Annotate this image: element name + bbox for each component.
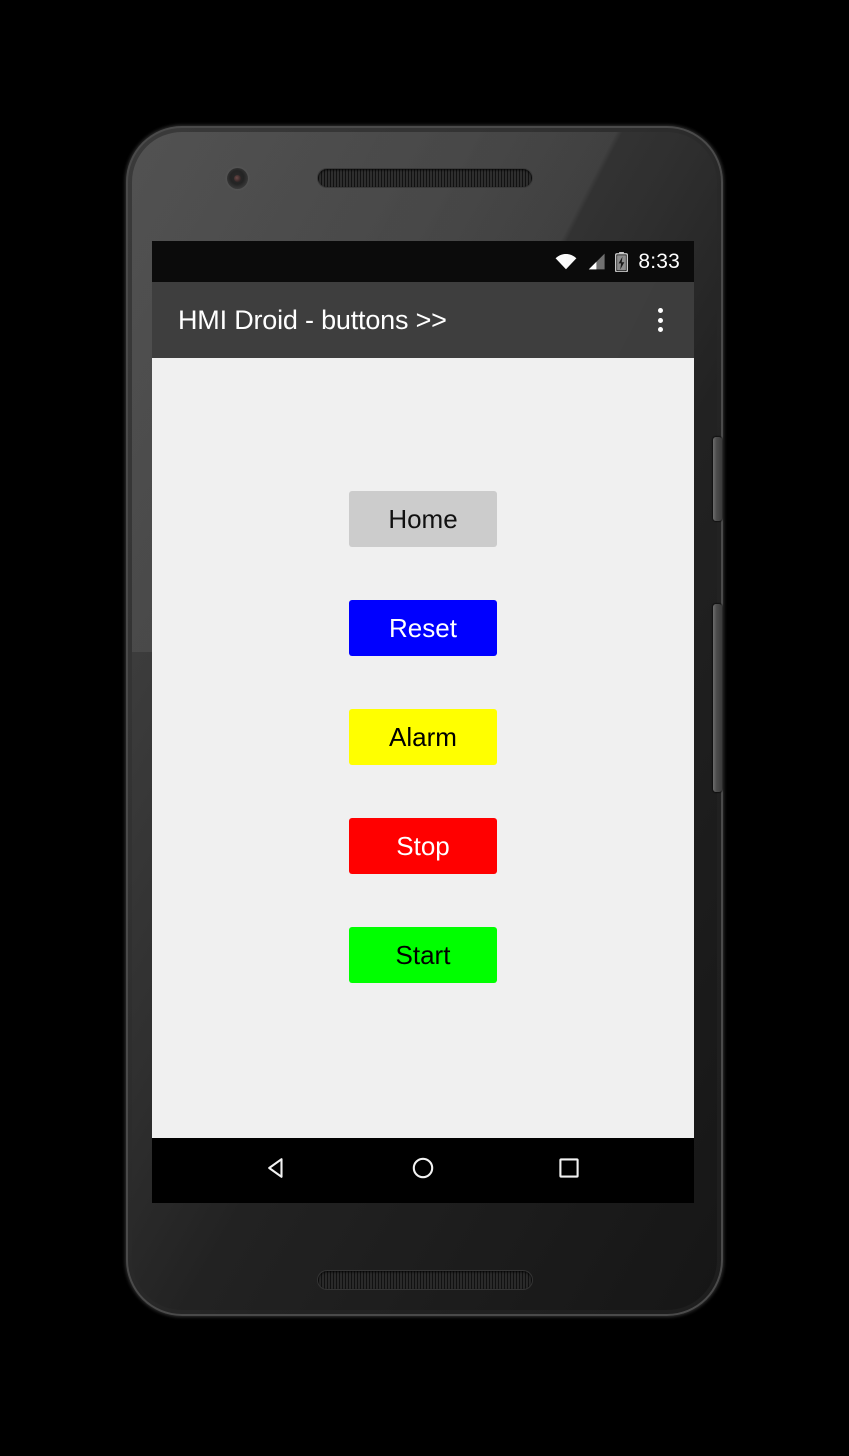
volume-rocker-button[interactable] — [713, 604, 722, 792]
overflow-dot — [657, 308, 663, 313]
nav-back-button[interactable] — [254, 1148, 300, 1194]
status-bar: 8:33 — [152, 241, 694, 282]
status-bar-clock: 8:33 — [638, 250, 680, 273]
app-bar: HMI Droid - buttons >> — [152, 282, 694, 358]
nav-recents-button[interactable] — [546, 1148, 592, 1194]
overflow-dot — [657, 317, 663, 323]
phone-screen: 8:33 HMI Droid - buttons >> Home Reset A… — [152, 241, 694, 1203]
android-navigation-bar — [152, 1138, 694, 1203]
recents-square-icon — [554, 1153, 584, 1188]
earpiece-speaker-grille-icon — [318, 169, 532, 187]
front-camera-icon — [227, 168, 248, 189]
cellular-signal-icon — [586, 253, 606, 270]
home-circle-icon — [408, 1153, 438, 1188]
nav-home-button[interactable] — [400, 1148, 446, 1194]
power-button[interactable] — [713, 437, 722, 521]
alarm-button[interactable]: Alarm — [349, 709, 497, 765]
start-button[interactable]: Start — [349, 927, 497, 983]
stop-button[interactable]: Stop — [349, 818, 497, 874]
bottom-speaker-grille-icon — [318, 1271, 532, 1289]
reset-button[interactable]: Reset — [349, 600, 497, 656]
hmi-button-column: Home Reset Alarm Stop Start — [152, 491, 694, 983]
battery-charging-icon — [615, 251, 629, 272]
back-triangle-icon — [262, 1153, 292, 1188]
overflow-dot — [657, 327, 663, 332]
overflow-menu-icon[interactable] — [648, 307, 672, 333]
app-content: Home Reset Alarm Stop Start — [152, 358, 694, 1138]
home-button[interactable]: Home — [349, 491, 497, 547]
wifi-icon — [555, 253, 577, 270]
screenshot-stage: 8:33 HMI Droid - buttons >> Home Reset A… — [0, 0, 849, 1456]
page-title: HMI Droid - buttons >> — [178, 304, 447, 335]
